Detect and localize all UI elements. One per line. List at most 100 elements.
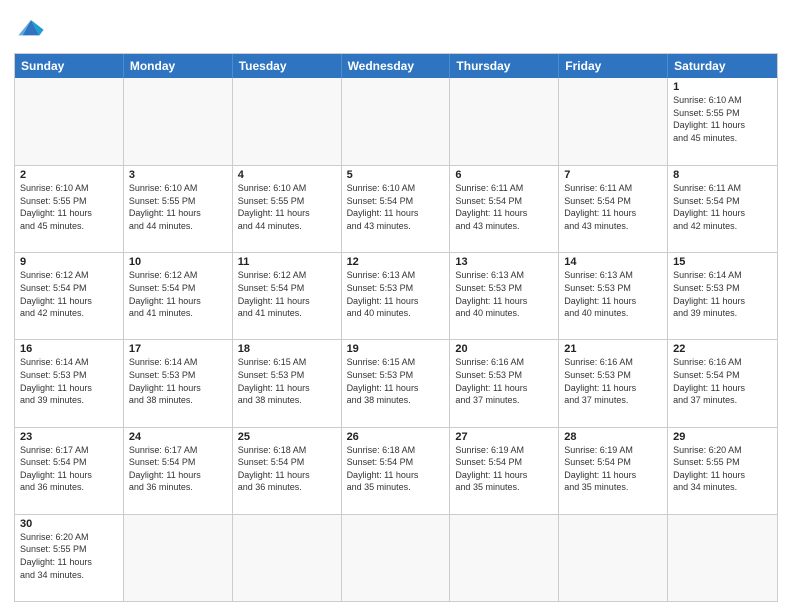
day-header: Wednesday bbox=[342, 54, 451, 78]
day-info: Sunrise: 6:19 AM Sunset: 5:54 PM Dayligh… bbox=[455, 444, 553, 494]
calendar-body: 1Sunrise: 6:10 AM Sunset: 5:55 PM Daylig… bbox=[15, 78, 777, 601]
day-number: 22 bbox=[673, 343, 772, 355]
day-number: 20 bbox=[455, 343, 553, 355]
day-cell bbox=[668, 515, 777, 601]
day-info: Sunrise: 6:13 AM Sunset: 5:53 PM Dayligh… bbox=[455, 269, 553, 319]
week-row: 16Sunrise: 6:14 AM Sunset: 5:53 PM Dayli… bbox=[15, 339, 777, 426]
week-row: 30Sunrise: 6:20 AM Sunset: 5:55 PM Dayli… bbox=[15, 514, 777, 601]
day-cell bbox=[342, 515, 451, 601]
day-info: Sunrise: 6:13 AM Sunset: 5:53 PM Dayligh… bbox=[347, 269, 445, 319]
day-info: Sunrise: 6:17 AM Sunset: 5:54 PM Dayligh… bbox=[129, 444, 227, 494]
day-info: Sunrise: 6:12 AM Sunset: 5:54 PM Dayligh… bbox=[20, 269, 118, 319]
day-number: 23 bbox=[20, 431, 118, 443]
day-header: Sunday bbox=[15, 54, 124, 78]
header bbox=[14, 10, 778, 47]
day-cell: 25Sunrise: 6:18 AM Sunset: 5:54 PM Dayli… bbox=[233, 428, 342, 514]
week-row: 1Sunrise: 6:10 AM Sunset: 5:55 PM Daylig… bbox=[15, 78, 777, 165]
day-number: 18 bbox=[238, 343, 336, 355]
day-number: 25 bbox=[238, 431, 336, 443]
day-number: 15 bbox=[673, 256, 772, 268]
day-number: 21 bbox=[564, 343, 662, 355]
day-number: 13 bbox=[455, 256, 553, 268]
day-number: 30 bbox=[20, 518, 118, 530]
day-info: Sunrise: 6:15 AM Sunset: 5:53 PM Dayligh… bbox=[238, 356, 336, 406]
day-info: Sunrise: 6:11 AM Sunset: 5:54 PM Dayligh… bbox=[455, 182, 553, 232]
day-cell: 5Sunrise: 6:10 AM Sunset: 5:54 PM Daylig… bbox=[342, 166, 451, 252]
day-info: Sunrise: 6:20 AM Sunset: 5:55 PM Dayligh… bbox=[20, 531, 118, 581]
day-cell: 20Sunrise: 6:16 AM Sunset: 5:53 PM Dayli… bbox=[450, 340, 559, 426]
day-cell bbox=[342, 78, 451, 165]
day-number: 28 bbox=[564, 431, 662, 443]
day-cell: 19Sunrise: 6:15 AM Sunset: 5:53 PM Dayli… bbox=[342, 340, 451, 426]
day-info: Sunrise: 6:19 AM Sunset: 5:54 PM Dayligh… bbox=[564, 444, 662, 494]
day-number: 2 bbox=[20, 169, 118, 181]
logo bbox=[14, 14, 45, 47]
day-header: Saturday bbox=[668, 54, 777, 78]
day-cell: 1Sunrise: 6:10 AM Sunset: 5:55 PM Daylig… bbox=[668, 78, 777, 165]
day-number: 29 bbox=[673, 431, 772, 443]
day-info: Sunrise: 6:10 AM Sunset: 5:55 PM Dayligh… bbox=[129, 182, 227, 232]
day-info: Sunrise: 6:17 AM Sunset: 5:54 PM Dayligh… bbox=[20, 444, 118, 494]
day-info: Sunrise: 6:16 AM Sunset: 5:53 PM Dayligh… bbox=[564, 356, 662, 406]
day-number: 6 bbox=[455, 169, 553, 181]
day-cell: 13Sunrise: 6:13 AM Sunset: 5:53 PM Dayli… bbox=[450, 253, 559, 339]
day-cell: 2Sunrise: 6:10 AM Sunset: 5:55 PM Daylig… bbox=[15, 166, 124, 252]
day-number: 5 bbox=[347, 169, 445, 181]
day-number: 17 bbox=[129, 343, 227, 355]
day-info: Sunrise: 6:14 AM Sunset: 5:53 PM Dayligh… bbox=[129, 356, 227, 406]
day-info: Sunrise: 6:10 AM Sunset: 5:55 PM Dayligh… bbox=[673, 94, 772, 144]
day-info: Sunrise: 6:10 AM Sunset: 5:55 PM Dayligh… bbox=[20, 182, 118, 232]
day-info: Sunrise: 6:12 AM Sunset: 5:54 PM Dayligh… bbox=[129, 269, 227, 319]
day-cell: 18Sunrise: 6:15 AM Sunset: 5:53 PM Dayli… bbox=[233, 340, 342, 426]
day-info: Sunrise: 6:14 AM Sunset: 5:53 PM Dayligh… bbox=[20, 356, 118, 406]
day-info: Sunrise: 6:13 AM Sunset: 5:53 PM Dayligh… bbox=[564, 269, 662, 319]
day-cell bbox=[559, 515, 668, 601]
day-cell: 10Sunrise: 6:12 AM Sunset: 5:54 PM Dayli… bbox=[124, 253, 233, 339]
day-info: Sunrise: 6:12 AM Sunset: 5:54 PM Dayligh… bbox=[238, 269, 336, 319]
day-cell bbox=[124, 515, 233, 601]
day-info: Sunrise: 6:18 AM Sunset: 5:54 PM Dayligh… bbox=[347, 444, 445, 494]
day-cell: 30Sunrise: 6:20 AM Sunset: 5:55 PM Dayli… bbox=[15, 515, 124, 601]
day-number: 10 bbox=[129, 256, 227, 268]
day-cell: 7Sunrise: 6:11 AM Sunset: 5:54 PM Daylig… bbox=[559, 166, 668, 252]
week-row: 9Sunrise: 6:12 AM Sunset: 5:54 PM Daylig… bbox=[15, 252, 777, 339]
day-header: Tuesday bbox=[233, 54, 342, 78]
day-number: 4 bbox=[238, 169, 336, 181]
day-cell bbox=[233, 515, 342, 601]
day-cell bbox=[15, 78, 124, 165]
day-number: 8 bbox=[673, 169, 772, 181]
day-info: Sunrise: 6:11 AM Sunset: 5:54 PM Dayligh… bbox=[564, 182, 662, 232]
day-info: Sunrise: 6:16 AM Sunset: 5:54 PM Dayligh… bbox=[673, 356, 772, 406]
day-info: Sunrise: 6:10 AM Sunset: 5:54 PM Dayligh… bbox=[347, 182, 445, 232]
day-info: Sunrise: 6:16 AM Sunset: 5:53 PM Dayligh… bbox=[455, 356, 553, 406]
day-cell: 14Sunrise: 6:13 AM Sunset: 5:53 PM Dayli… bbox=[559, 253, 668, 339]
day-cell: 27Sunrise: 6:19 AM Sunset: 5:54 PM Dayli… bbox=[450, 428, 559, 514]
day-number: 16 bbox=[20, 343, 118, 355]
day-number: 14 bbox=[564, 256, 662, 268]
day-header: Monday bbox=[124, 54, 233, 78]
day-info: Sunrise: 6:14 AM Sunset: 5:53 PM Dayligh… bbox=[673, 269, 772, 319]
day-number: 11 bbox=[238, 256, 336, 268]
day-header: Friday bbox=[559, 54, 668, 78]
day-info: Sunrise: 6:15 AM Sunset: 5:53 PM Dayligh… bbox=[347, 356, 445, 406]
day-number: 26 bbox=[347, 431, 445, 443]
day-cell: 9Sunrise: 6:12 AM Sunset: 5:54 PM Daylig… bbox=[15, 253, 124, 339]
day-headers: SundayMondayTuesdayWednesdayThursdayFrid… bbox=[15, 54, 777, 78]
day-number: 27 bbox=[455, 431, 553, 443]
day-info: Sunrise: 6:10 AM Sunset: 5:55 PM Dayligh… bbox=[238, 182, 336, 232]
day-cell: 21Sunrise: 6:16 AM Sunset: 5:53 PM Dayli… bbox=[559, 340, 668, 426]
day-number: 24 bbox=[129, 431, 227, 443]
day-cell: 11Sunrise: 6:12 AM Sunset: 5:54 PM Dayli… bbox=[233, 253, 342, 339]
day-cell: 23Sunrise: 6:17 AM Sunset: 5:54 PM Dayli… bbox=[15, 428, 124, 514]
day-number: 7 bbox=[564, 169, 662, 181]
day-cell bbox=[124, 78, 233, 165]
day-cell bbox=[450, 515, 559, 601]
day-number: 9 bbox=[20, 256, 118, 268]
day-number: 12 bbox=[347, 256, 445, 268]
day-number: 1 bbox=[673, 81, 772, 93]
day-cell: 29Sunrise: 6:20 AM Sunset: 5:55 PM Dayli… bbox=[668, 428, 777, 514]
day-cell: 26Sunrise: 6:18 AM Sunset: 5:54 PM Dayli… bbox=[342, 428, 451, 514]
day-info: Sunrise: 6:18 AM Sunset: 5:54 PM Dayligh… bbox=[238, 444, 336, 494]
day-cell: 12Sunrise: 6:13 AM Sunset: 5:53 PM Dayli… bbox=[342, 253, 451, 339]
day-number: 3 bbox=[129, 169, 227, 181]
